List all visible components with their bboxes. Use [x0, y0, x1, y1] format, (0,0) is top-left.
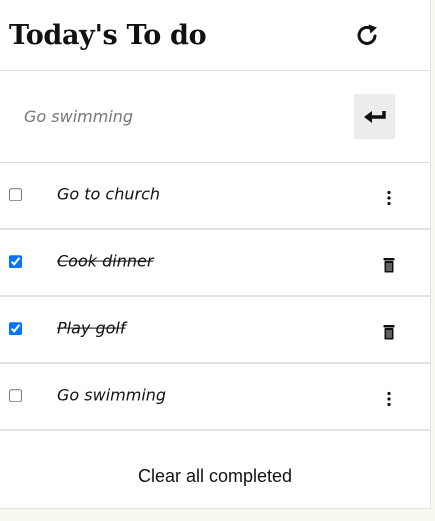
kebab-menu-icon	[387, 190, 391, 205]
todo-item: Cook dinner	[0, 230, 430, 297]
todo-list: Go to church Cook dinner Play golf Go sw…	[0, 163, 430, 431]
todo-card: Today's To do Go to church	[0, 0, 431, 509]
todo-item: Play golf	[0, 297, 430, 364]
kebab-menu-icon	[387, 391, 391, 406]
refresh-icon	[357, 24, 377, 45]
todo-checkbox[interactable]	[9, 254, 22, 268]
add-todo-button[interactable]	[354, 94, 395, 139]
delete-button[interactable]	[381, 322, 397, 342]
todo-item: Go to church	[0, 163, 430, 230]
footer: Clear all completed	[0, 431, 430, 521]
page-title: Today's To do	[9, 19, 207, 51]
trash-icon	[383, 324, 395, 339]
todo-label: Cook dinner	[57, 251, 154, 271]
header: Today's To do	[0, 0, 430, 71]
todo-checkbox[interactable]	[9, 321, 22, 335]
enter-icon	[363, 110, 386, 123]
refresh-button[interactable]	[352, 19, 384, 51]
item-menu-button[interactable]	[381, 188, 397, 208]
delete-button[interactable]	[381, 255, 397, 275]
todo-label: Go swimming	[57, 385, 167, 405]
todo-label: Go to church	[57, 184, 161, 204]
item-menu-button[interactable]	[381, 389, 397, 409]
new-todo-input[interactable]	[24, 107, 304, 126]
todo-checkbox[interactable]	[9, 388, 22, 402]
trash-icon	[383, 257, 395, 272]
todo-item: Go swimming	[0, 364, 430, 431]
clear-completed-button[interactable]: Clear all completed	[138, 466, 292, 487]
todo-checkbox[interactable]	[9, 187, 22, 201]
todo-label: Play golf	[57, 318, 126, 338]
add-todo-row	[0, 71, 430, 163]
